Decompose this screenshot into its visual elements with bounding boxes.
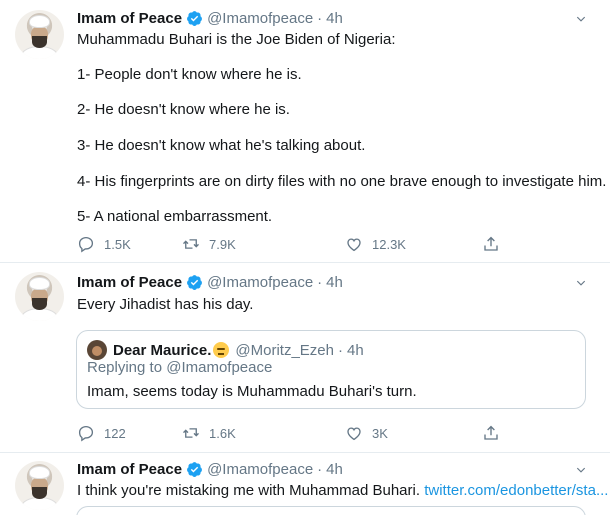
tweet-header: Imam of Peace @Imamofpeace · 4h [77,459,343,479]
tweet-text: Every Jihadist has his day. [77,296,254,313]
like-count: 12.3K [372,236,406,252]
share-icon [484,236,498,251]
reply-button[interactable]: 122 [77,424,126,442]
quoted-tweet-text: Imam, seems today is Muhammadu Buhari's … [87,383,417,400]
verified-badge-icon [187,10,202,26]
retweet-icon [183,239,199,249]
verified-badge-icon [187,274,202,290]
separator-dot: · [317,460,323,478]
tweet[interactable]: Imam of Peace @Imamofpeace · 4h Every Ji… [0,264,610,453]
share-button[interactable] [482,235,509,253]
replying-to: Replying to @Imamofpeace [87,359,273,376]
reply-count: 122 [104,425,126,441]
timestamp[interactable]: 4h [326,461,343,478]
link-card[interactable] [76,506,586,515]
like-icon [347,427,361,441]
reply-count: 1.5K [104,236,131,252]
tweet-header: Imam of Peace @Imamofpeace · 4h [77,272,343,292]
quoted-tweet-header: Dear Maurice. @Moritz_Ezeh · 4h [87,340,364,360]
chevron-down-icon[interactable] [574,12,588,26]
tweet-actions: 1.5K 7.9K 12.3K [77,235,507,255]
reply-icon [78,425,94,442]
tweet-text-content: I think you're mistaking me with Muhamma… [77,482,421,499]
tweet[interactable]: Imam of Peace @Imamofpeace · 4h I think … [0,454,610,515]
avatar[interactable] [15,10,64,59]
avatar[interactable] [15,461,64,510]
quoted-tweet[interactable]: Dear Maurice. @Moritz_Ezeh · 4h Replying… [76,330,586,409]
retweet-count: 1.6K [209,425,236,441]
chevron-down-icon[interactable] [574,276,588,290]
like-count: 3K [372,425,388,441]
timeline-feed: Imam of Peace @Imamofpeace · 4h Muhammad… [0,0,610,515]
quoted-author-name: Dear Maurice. [113,341,212,359]
like-button[interactable]: 3K [345,424,388,442]
tweet-text-line: 1- People don't know where he is. [77,66,302,83]
like-button[interactable]: 12.3K [345,235,406,253]
quoted-avatar [87,340,107,360]
tweet-text-line: Muhammadu Buhari is the Joe Biden of Nig… [77,31,396,48]
expressionless-face-icon [213,342,230,358]
tweet-header: Imam of Peace @Imamofpeace · 4h [77,8,343,28]
share-button[interactable] [482,424,509,442]
retweet-icon [183,428,199,438]
quoted-timestamp: 4h [346,341,364,359]
separator-dot: · [317,273,323,291]
retweet-count: 7.9K [209,236,236,252]
tweet-link[interactable]: twitter.com/edonbetter/sta... [424,482,608,499]
tweet[interactable]: Imam of Peace @Imamofpeace · 4h Muhammad… [0,0,610,263]
tweet-text-line: 3- He doesn't know what he's talking abo… [77,137,366,154]
reply-icon [78,236,94,253]
author-handle[interactable]: @Imamofpeace [207,274,313,291]
separator-dot: · [317,9,323,27]
retweet-button[interactable]: 1.6K [182,424,236,442]
timestamp[interactable]: 4h [326,274,343,291]
tweet-text-line: 2- He doesn't know where he is. [77,101,290,118]
author-name[interactable]: Imam of Peace [77,461,182,478]
author-handle[interactable]: @Imamofpeace [207,10,313,27]
author-handle[interactable]: @Imamofpeace [207,461,313,478]
retweet-button[interactable]: 7.9K [182,235,236,253]
separator-dot: · [337,341,343,359]
verified-badge-icon [187,461,202,477]
avatar[interactable] [15,272,64,321]
reply-button[interactable]: 1.5K [77,235,131,253]
share-icon [484,425,498,440]
author-name[interactable]: Imam of Peace [77,274,182,291]
tweet-text: I think you're mistaking me with Muhamma… [77,482,608,499]
tweet-actions: 122 1.6K 3K [77,424,507,444]
like-icon [347,238,361,252]
tweet-text-line: 5- A national embarrassment. [77,208,273,225]
author-name[interactable]: Imam of Peace [77,10,182,27]
tweet-text-line: 4- His fingerprints are on dirty files w… [77,173,607,190]
timestamp[interactable]: 4h [326,10,343,27]
chevron-down-icon[interactable] [574,463,588,477]
quoted-author-handle: @Moritz_Ezeh [235,341,334,359]
